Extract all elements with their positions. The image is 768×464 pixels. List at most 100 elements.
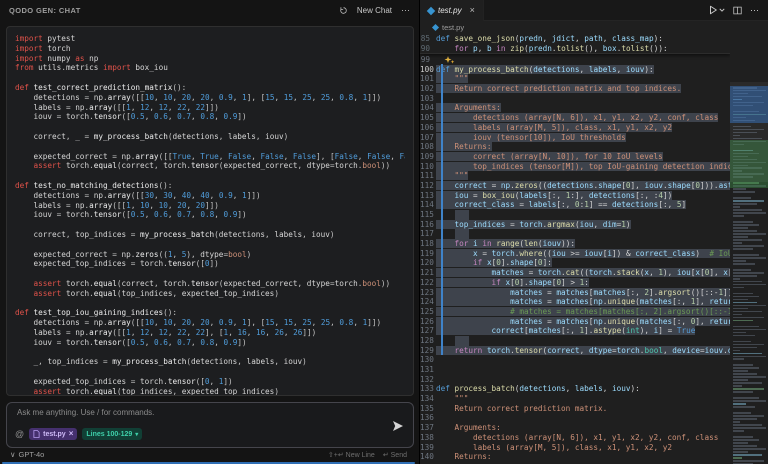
minimap[interactable] (730, 34, 768, 464)
split-editor-button[interactable] (733, 6, 742, 15)
line-number[interactable]: 106 (420, 123, 436, 133)
code-line[interactable]: 110 top_indices (tensor[M]), top IoU-gai… (420, 162, 730, 172)
line-number[interactable]: 114 (420, 200, 436, 210)
line-number[interactable]: 136 (420, 413, 436, 423)
code-line[interactable]: 106 labels (array[M, 5]), class, x1, y1,… (420, 123, 730, 133)
line-number[interactable]: 115 (420, 210, 436, 220)
code-line[interactable]: 140 Returns: (420, 452, 730, 462)
code-line[interactable]: 138 detections (array[N, 6]), x1, y1, x2… (420, 433, 730, 443)
code-line[interactable]: 128 (420, 336, 730, 346)
line-number[interactable]: 111 (420, 171, 436, 181)
remove-file-chip-icon[interactable]: × (69, 430, 74, 438)
line-number[interactable]: 135 (420, 404, 436, 414)
line-number[interactable]: 100 (420, 65, 436, 75)
line-number[interactable]: 139 (420, 443, 436, 453)
code-line[interactable]: 123 matches = matches[matches[:, 2].args… (420, 288, 730, 298)
line-number[interactable]: 129 (420, 346, 436, 356)
line-number[interactable]: 119 (420, 249, 436, 259)
code-line[interactable]: 124 matches = matches[np.unique(matches[… (420, 297, 730, 307)
code-line[interactable]: 119 x = torch.where((iou >= iouv[i]) & c… (420, 249, 730, 259)
line-number[interactable]: 110 (420, 162, 436, 172)
code-line[interactable]: 125 # matches = matches[matches[:, 2].ar… (420, 307, 730, 317)
line-number[interactable]: 99 (420, 55, 436, 65)
line-number[interactable]: 109 (420, 152, 436, 162)
mention-icon[interactable]: @ (15, 429, 24, 439)
line-number[interactable]: 113 (420, 191, 436, 201)
code-line[interactable]: 122 if x[0].shape[0] > 1: (420, 278, 730, 288)
line-number[interactable]: 101 (420, 74, 436, 84)
close-tab-icon[interactable]: × (466, 6, 475, 15)
code-line[interactable]: 139 labels (array[M, 5]), class, x1, y1,… (420, 443, 730, 453)
code-line[interactable]: 130 (420, 355, 730, 365)
sticky-code-line[interactable]: 90 for p, b in zip(predn.tolist(), box.t… (420, 44, 730, 54)
chat-input-box[interactable]: @ test.py × Lines 100-129 ▾ (6, 402, 414, 448)
line-number[interactable]: 103 (420, 94, 436, 104)
code-line[interactable]: 135 Return correct prediction matrix. (420, 404, 730, 414)
code-line[interactable]: 108 Returns: (420, 142, 730, 152)
code-line[interactable]: 116 top_indices = torch.argmax(iou, dim=… (420, 220, 730, 230)
line-number[interactable]: 124 (420, 297, 436, 307)
code-line[interactable]: 101 """ (420, 74, 730, 84)
code-line[interactable]: 131 (420, 365, 730, 375)
code-line[interactable]: 117 (420, 229, 730, 239)
line-number[interactable]: 125 (420, 307, 436, 317)
editor-lines[interactable]: 99 100def my_process_batch(detections, l… (420, 55, 730, 464)
chat-more-actions-button[interactable]: ⋯ (401, 5, 410, 16)
code-line[interactable]: 136 (420, 413, 730, 423)
code-line[interactable]: 112 correct = np.zeros((detections.shape… (420, 181, 730, 191)
code-line[interactable]: 100def my_process_batch(detections, labe… (420, 65, 730, 75)
code-line[interactable]: 133def process_batch(detections, labels,… (420, 384, 730, 394)
line-number[interactable]: 117 (420, 229, 436, 239)
code-line[interactable]: 127 correct[matches[:, 1].astype(int), i… (420, 326, 730, 336)
code-line[interactable]: 105 detections (array[N, 6]), x1, y1, x2… (420, 113, 730, 123)
code-line[interactable]: 99 (420, 55, 730, 65)
line-number[interactable]: 108 (420, 142, 436, 152)
line-number[interactable]: 105 (420, 113, 436, 123)
line-number[interactable]: 128 (420, 336, 436, 346)
sticky-code-line[interactable]: 85def save_one_json(predn, jdict, path, … (420, 34, 730, 44)
line-number[interactable]: 112 (420, 181, 436, 191)
run-python-file-button[interactable] (708, 5, 725, 15)
context-file-chip[interactable]: test.py × (29, 428, 77, 440)
new-chat-button[interactable]: New Chat (357, 6, 392, 15)
code-line[interactable]: 132 (420, 375, 730, 385)
line-number[interactable]: 130 (420, 355, 436, 365)
code-line[interactable]: 107 iouv (tensor[10]), IoU thresholds (420, 133, 730, 143)
code-line[interactable]: 126 matches = matches[np.unique(matches[… (420, 317, 730, 327)
line-number[interactable]: 137 (420, 423, 436, 433)
minimap-slider[interactable] (730, 82, 768, 182)
line-number[interactable]: 107 (420, 133, 436, 143)
line-number[interactable]: 102 (420, 84, 436, 94)
line-number[interactable]: 138 (420, 433, 436, 443)
editor-more-actions-button[interactable]: ⋯ (750, 5, 759, 16)
line-number[interactable]: 133 (420, 384, 436, 394)
line-number[interactable]: 131 (420, 365, 436, 375)
code-line[interactable]: 137 Arguments: (420, 423, 730, 433)
line-number[interactable]: 116 (420, 220, 436, 230)
sticky-scroll[interactable]: 85def save_one_json(predn, jdict, path, … (420, 34, 730, 54)
send-button[interactable] (392, 420, 404, 435)
tab-test-py[interactable]: test.py × (420, 0, 484, 21)
code-line[interactable]: 111 """ (420, 171, 730, 181)
code-line[interactable]: 118 for i in range(len(iouv)): (420, 239, 730, 249)
line-number[interactable]: 85 (420, 34, 436, 44)
line-number[interactable]: 118 (420, 239, 436, 249)
line-number[interactable]: 90 (420, 44, 436, 54)
code-line[interactable]: 121 matches = torch.cat((torch.stack(x, … (420, 268, 730, 278)
line-number[interactable]: 122 (420, 278, 436, 288)
line-number[interactable]: 121 (420, 268, 436, 278)
context-lines-chip[interactable]: Lines 100-129 ▾ (82, 428, 142, 440)
model-picker[interactable]: ∨ GPT-4o (10, 450, 44, 459)
line-number[interactable]: 140 (420, 452, 436, 462)
line-number[interactable]: 132 (420, 375, 436, 385)
line-number[interactable]: 127 (420, 326, 436, 336)
code-line[interactable]: 113 iou = box_iou(labels[:, 1:], detecti… (420, 191, 730, 201)
code-line[interactable]: 114 correct_class = labels[:, 0:1] == de… (420, 200, 730, 210)
line-number[interactable]: 123 (420, 288, 436, 298)
line-number[interactable]: 104 (420, 103, 436, 113)
line-number[interactable]: 126 (420, 317, 436, 327)
chat-history-button[interactable] (339, 6, 348, 15)
chat-message-input[interactable] (15, 407, 375, 418)
code-line[interactable]: 129 return torch.tensor(correct, dtype=t… (420, 346, 730, 356)
editor-code-area[interactable]: 85def save_one_json(predn, jdict, path, … (420, 34, 768, 464)
